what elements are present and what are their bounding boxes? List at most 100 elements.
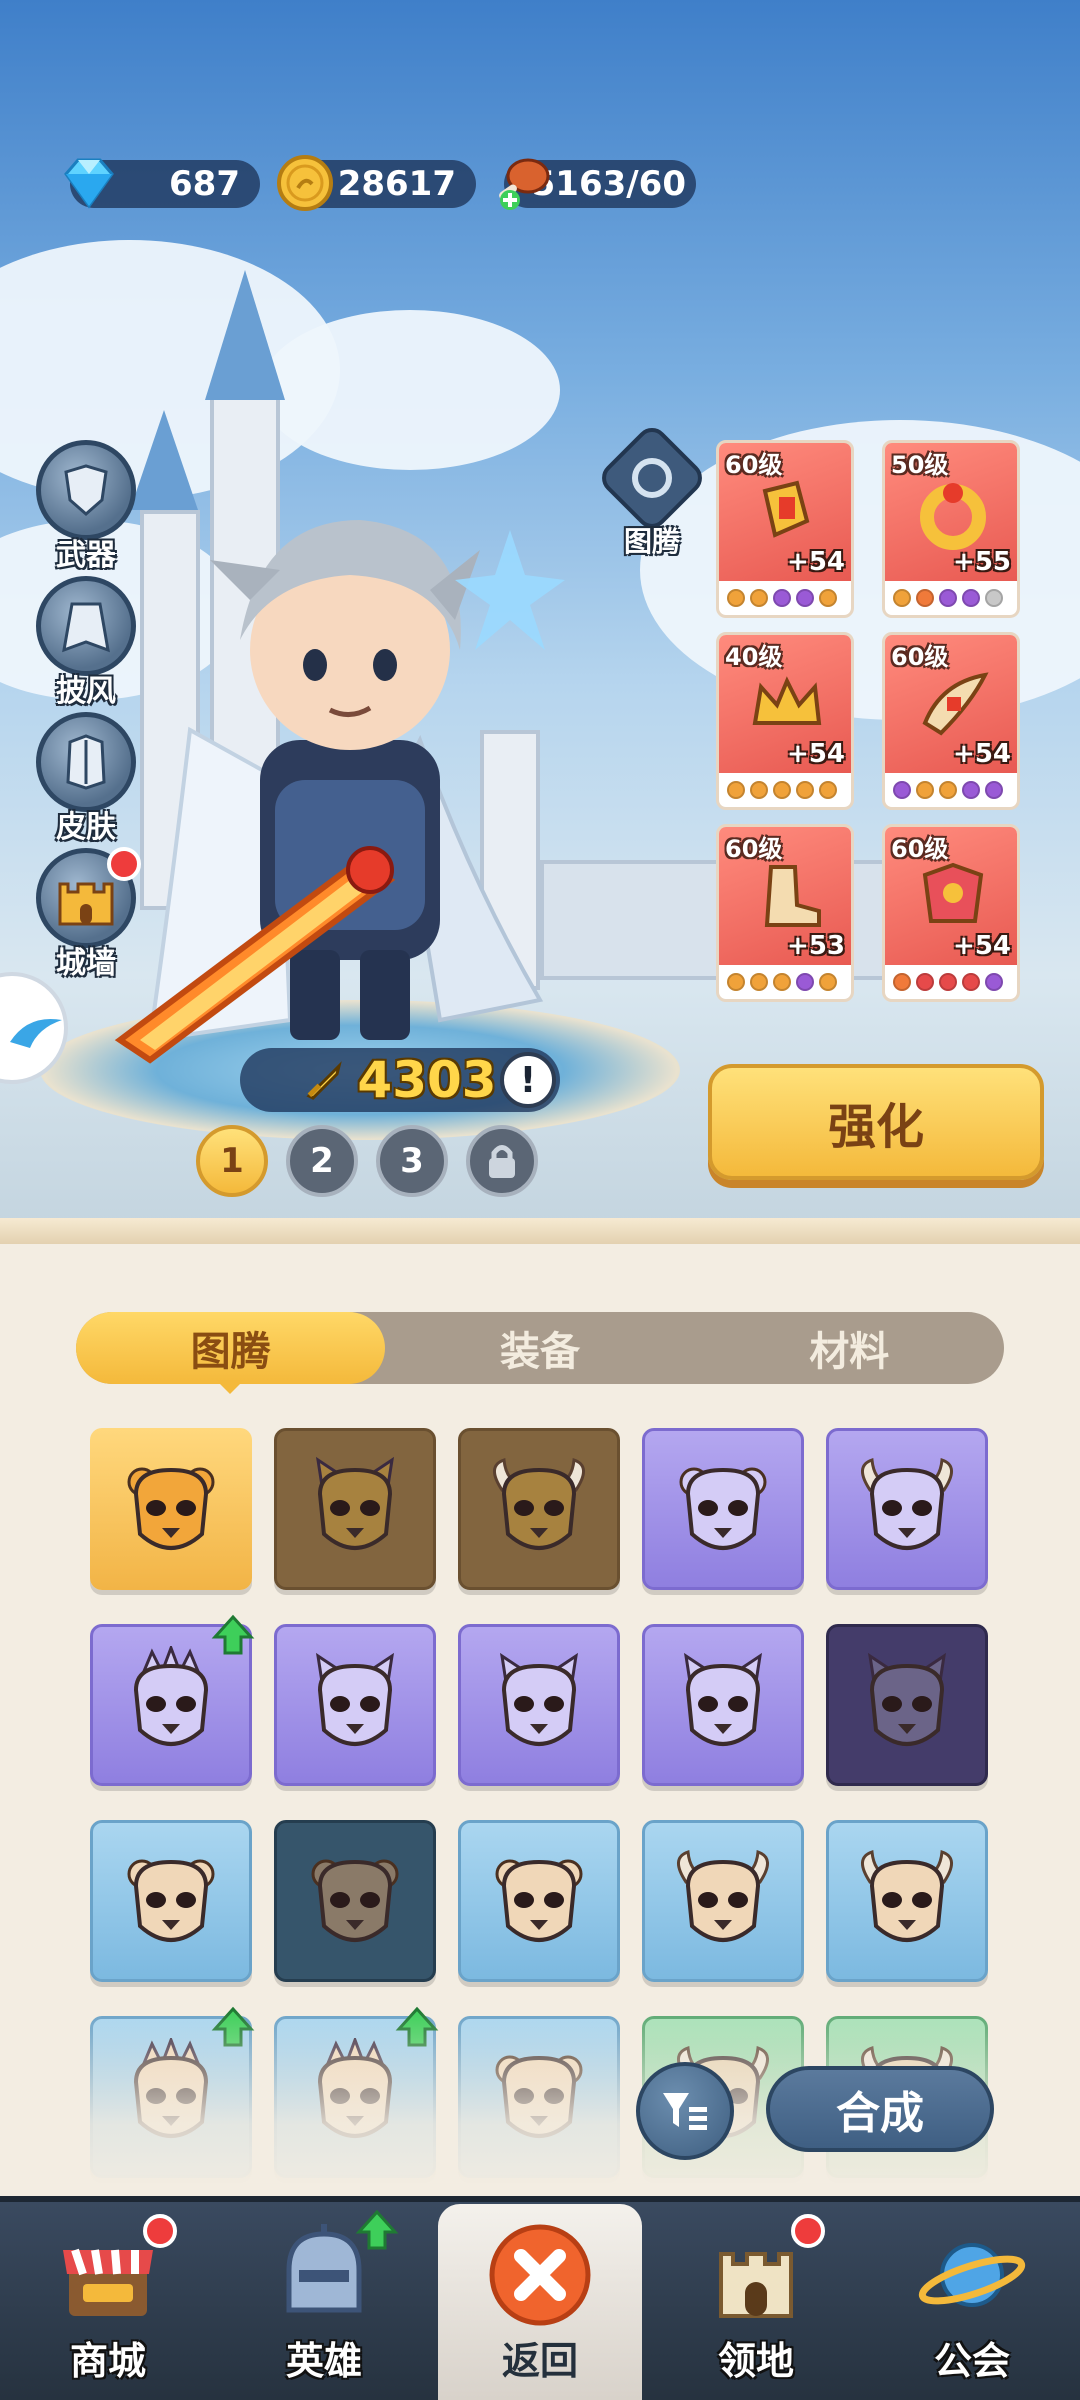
totem-item[interactable] xyxy=(826,1428,988,1590)
active-tab-pointer xyxy=(216,1380,244,1394)
bull-skull-totem-icon xyxy=(677,1849,769,1942)
territory-castle-icon xyxy=(701,2214,825,2330)
wall-notification-dot xyxy=(107,847,141,881)
totem-item[interactable] xyxy=(90,1428,252,1590)
bear-skull-totem-icon xyxy=(311,1859,399,1942)
gem-socket xyxy=(819,781,837,799)
stamina-counter[interactable]: 5163/60 xyxy=(499,158,696,210)
loadout-slot-1[interactable]: 1 xyxy=(196,1125,268,1197)
equipment-enhance-level: +54 xyxy=(953,931,1011,961)
equipment-gem-sockets xyxy=(893,589,1003,607)
meat-stamina-icon xyxy=(499,158,550,210)
equipment-gem-sockets xyxy=(893,973,1003,991)
gem-socket xyxy=(773,973,791,991)
inventory-tabs: 图腾 装备 材料 xyxy=(76,1312,1004,1384)
hero-character xyxy=(114,520,565,1064)
nav-hero[interactable]: 英雄 xyxy=(216,2206,432,2400)
equipment-card[interactable]: 50级 +55 xyxy=(882,440,1020,618)
gem-socket xyxy=(916,973,934,991)
gem-socket xyxy=(819,589,837,607)
totem-item[interactable] xyxy=(458,1428,620,1590)
nav-shop-label: 商城 xyxy=(69,2339,146,2383)
gem-counter[interactable]: 687 xyxy=(64,158,260,209)
bull-skull-totem-icon xyxy=(861,1849,953,1942)
equipment-card[interactable]: 40级 +54 xyxy=(716,632,854,810)
guild-planet-icon xyxy=(917,2220,1027,2330)
castle-wall-icon xyxy=(36,847,141,948)
gem-socket xyxy=(962,589,980,607)
loadout-slot-locked[interactable] xyxy=(466,1125,538,1197)
equipment-card[interactable]: 60级 +53 xyxy=(716,824,854,1002)
gold-amount: 28617 xyxy=(337,164,456,204)
shop-icon xyxy=(53,2214,177,2330)
equipment-level: 60级 xyxy=(891,835,949,863)
equipment-enhance-level: +53 xyxy=(787,931,845,961)
totem-item[interactable] xyxy=(274,1820,436,1982)
gem-socket xyxy=(939,781,957,799)
filter-button[interactable] xyxy=(636,2062,734,2160)
merge-button[interactable]: 合成 xyxy=(766,2066,994,2152)
totem-item[interactable] xyxy=(458,1624,620,1786)
totem-item[interactable] xyxy=(90,1614,255,1786)
side-wall-label: 城墙 xyxy=(56,946,116,981)
enhance-button[interactable]: 强化 xyxy=(708,1064,1044,1180)
side-cape-button[interactable]: 披风 xyxy=(34,576,138,710)
tab-materials[interactable]: 材料 xyxy=(695,1312,1004,1384)
nav-territory[interactable]: 领地 xyxy=(648,2206,864,2400)
gem-socket xyxy=(985,781,1003,799)
loadout-slot-1-label: 1 xyxy=(220,1141,244,1181)
equipment-level: 60级 xyxy=(725,835,783,863)
loadout-slot-3[interactable]: 3 xyxy=(376,1125,448,1197)
totem-swirl-icon xyxy=(595,421,709,535)
sword-power-icon xyxy=(306,1061,343,1100)
gem-socket xyxy=(773,589,791,607)
gem-socket xyxy=(727,973,745,991)
equipment-level: 50级 xyxy=(891,451,949,479)
side-skin-button[interactable]: 皮肤 xyxy=(34,712,138,846)
totem-slot-button[interactable]: 图腾 xyxy=(595,421,709,560)
totem-item[interactable] xyxy=(274,1428,436,1590)
gem-socket xyxy=(893,781,911,799)
owl-totem-icon xyxy=(499,1652,579,1746)
side-weapon-button[interactable]: 武器 xyxy=(34,440,138,574)
nav-back[interactable]: 返回 xyxy=(432,2206,648,2400)
totem-item[interactable] xyxy=(642,1820,804,1982)
totem-item[interactable] xyxy=(642,1428,804,1590)
nav-guild[interactable]: 公会 xyxy=(864,2206,1080,2400)
equipment-gem-sockets xyxy=(727,973,837,991)
loadout-slot-3-label: 3 xyxy=(400,1141,424,1181)
equipment-card[interactable]: 60级 +54 xyxy=(882,632,1020,810)
gem-amount: 687 xyxy=(169,164,240,204)
gold-counter[interactable]: 28617 xyxy=(277,155,476,211)
gem-socket xyxy=(939,973,957,991)
gem-socket xyxy=(750,781,768,799)
totem-item[interactable] xyxy=(274,1624,436,1786)
equipment-level: 60级 xyxy=(725,451,783,479)
gem-socket xyxy=(893,589,911,607)
hero-upgrade-arrow-icon xyxy=(355,2209,399,2250)
gem-socket xyxy=(916,781,934,799)
loadout-slot-2[interactable]: 2 xyxy=(286,1125,358,1197)
equipment-gem-sockets xyxy=(727,781,837,799)
power-info-button[interactable]: ! xyxy=(500,1052,556,1108)
totem-item[interactable] xyxy=(826,1820,988,1982)
tab-totem[interactable]: 图腾 xyxy=(76,1312,386,1384)
side-wall-button[interactable]: 城墙 xyxy=(34,847,141,982)
tab-equipment-label: 装备 xyxy=(499,1329,580,1375)
nav-back-label: 返回 xyxy=(501,2339,578,2383)
territory-notification-dot xyxy=(791,2214,825,2248)
totem-item[interactable] xyxy=(826,1624,988,1786)
gem-socket xyxy=(985,589,1003,607)
totem-item[interactable] xyxy=(642,1624,804,1786)
tab-equipment[interactable]: 装备 xyxy=(385,1312,694,1384)
nav-shop[interactable]: 商城 xyxy=(0,2206,216,2400)
filter-icon xyxy=(663,2093,707,2130)
close-icon xyxy=(485,2220,595,2330)
equipment-card[interactable]: 60级 +54 xyxy=(882,824,1020,1002)
nav-hero-label: 英雄 xyxy=(285,2339,362,2383)
gem-socket xyxy=(796,781,814,799)
equipment-card[interactable]: 60级 +54 xyxy=(716,440,854,618)
totem-item[interactable] xyxy=(90,1820,252,1982)
totem-item[interactable] xyxy=(458,1820,620,1982)
power-info-icon: ! xyxy=(519,1059,537,1101)
